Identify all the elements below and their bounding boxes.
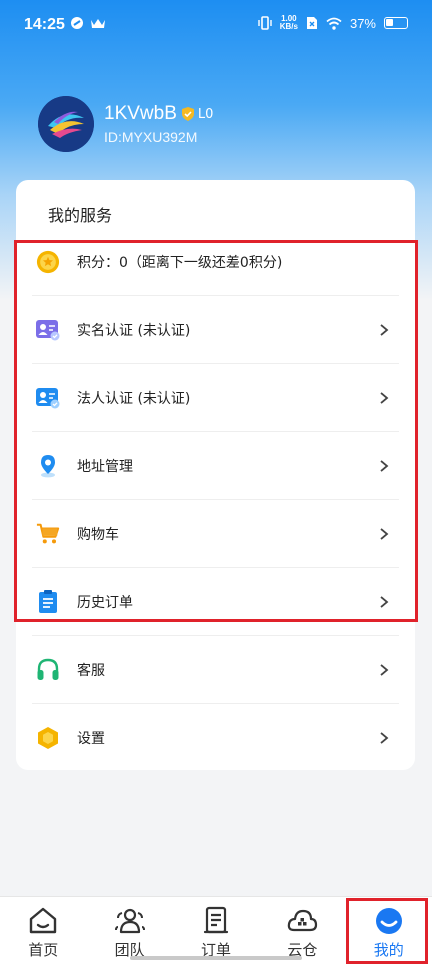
- shopping-cart-icon: [36, 523, 60, 543]
- address-management-label: 地址管理: [77, 458, 133, 475]
- settings-row[interactable]: 设置: [32, 704, 399, 772]
- profile-face-icon: [375, 908, 402, 934]
- home-icon: [29, 907, 57, 934]
- shopping-cart-row[interactable]: 购物车: [32, 500, 399, 568]
- sync-app-icon: [71, 17, 83, 29]
- chevron-right-icon: [380, 663, 389, 676]
- vibrate-icon: [258, 16, 272, 30]
- settings-label: 设置: [77, 731, 105, 747]
- shopping-cart-label: 购物车: [77, 526, 119, 543]
- user-id: ID:MYXU392M: [104, 129, 198, 145]
- order-history-row[interactable]: 历史订单: [32, 568, 399, 636]
- no-sim-icon: [306, 17, 317, 29]
- net-speed-unit: KB/s: [279, 22, 298, 31]
- user-level: L0: [197, 106, 214, 122]
- status-time: 14:25: [24, 16, 65, 33]
- battery-icon: [384, 17, 408, 29]
- chevron-right-icon: [380, 323, 389, 336]
- id-card-icon: [36, 319, 60, 340]
- coin-icon: [36, 250, 60, 273]
- home-indicator[interactable]: [130, 956, 302, 960]
- settings-hexagon-icon: [38, 727, 58, 749]
- tab-team[interactable]: 团队: [86, 897, 172, 964]
- chevron-right-icon: [380, 595, 389, 608]
- battery-percent: 37%: [349, 15, 376, 31]
- wifi-icon: [326, 17, 342, 30]
- team-icon: [114, 908, 145, 934]
- legal-card-icon: [36, 387, 60, 408]
- order-scroll-icon: [203, 906, 229, 934]
- verified-badge-icon: [181, 107, 194, 121]
- chevron-right-icon: [380, 527, 389, 540]
- real-name-auth-label: 实名认证 (未认证): [77, 322, 191, 339]
- profile-header[interactable]: 1KVwbB L0 ID:MYXU392M: [38, 96, 213, 152]
- tab-home-label: 首页: [28, 941, 59, 959]
- cloud-warehouse-icon: [288, 909, 318, 932]
- order-history-label: 历史订单: [77, 594, 133, 611]
- services-card: 我的服务 积分：0（距离下一级还差0积分) 实名认证 (未认证) 法人认证 (未…: [16, 180, 415, 770]
- tab-cloud-warehouse[interactable]: 云仓: [259, 897, 345, 964]
- points-row[interactable]: 积分：0（距离下一级还差0积分): [32, 228, 399, 296]
- avatar[interactable]: [38, 96, 94, 152]
- headset-icon: [37, 658, 59, 680]
- legal-person-auth-label: 法人认证 (未认证): [77, 390, 191, 407]
- real-name-auth-row[interactable]: 实名认证 (未认证): [32, 296, 399, 364]
- customer-service-row[interactable]: 客服: [32, 636, 399, 704]
- location-pin-icon: [41, 454, 55, 477]
- address-management-row[interactable]: 地址管理: [32, 432, 399, 500]
- services-title: 我的服务: [48, 206, 113, 225]
- customer-service-label: 客服: [77, 662, 105, 679]
- tab-mine-label: 我的: [373, 941, 404, 959]
- chevron-right-icon: [380, 459, 389, 472]
- tab-home[interactable]: 首页: [0, 897, 86, 964]
- points-label: 积分：0（距离下一级还差0积分): [77, 254, 283, 271]
- clipboard-icon: [39, 589, 57, 613]
- bottom-tab-bar: 首页 团队 订单 云仓 我的: [0, 896, 432, 964]
- tab-orders[interactable]: 订单: [173, 897, 259, 964]
- status-bar: 14:25 1.00 KB/s 37%: [0, 0, 432, 52]
- legal-person-auth-row[interactable]: 法人认证 (未认证): [32, 364, 399, 432]
- avatar-logo-icon: [38, 96, 94, 152]
- chevron-right-icon: [380, 391, 389, 404]
- chevron-right-icon: [380, 732, 389, 744]
- tab-mine[interactable]: 我的: [346, 897, 432, 964]
- username: 1KVwbB: [104, 103, 177, 124]
- crown-icon: [91, 19, 105, 28]
